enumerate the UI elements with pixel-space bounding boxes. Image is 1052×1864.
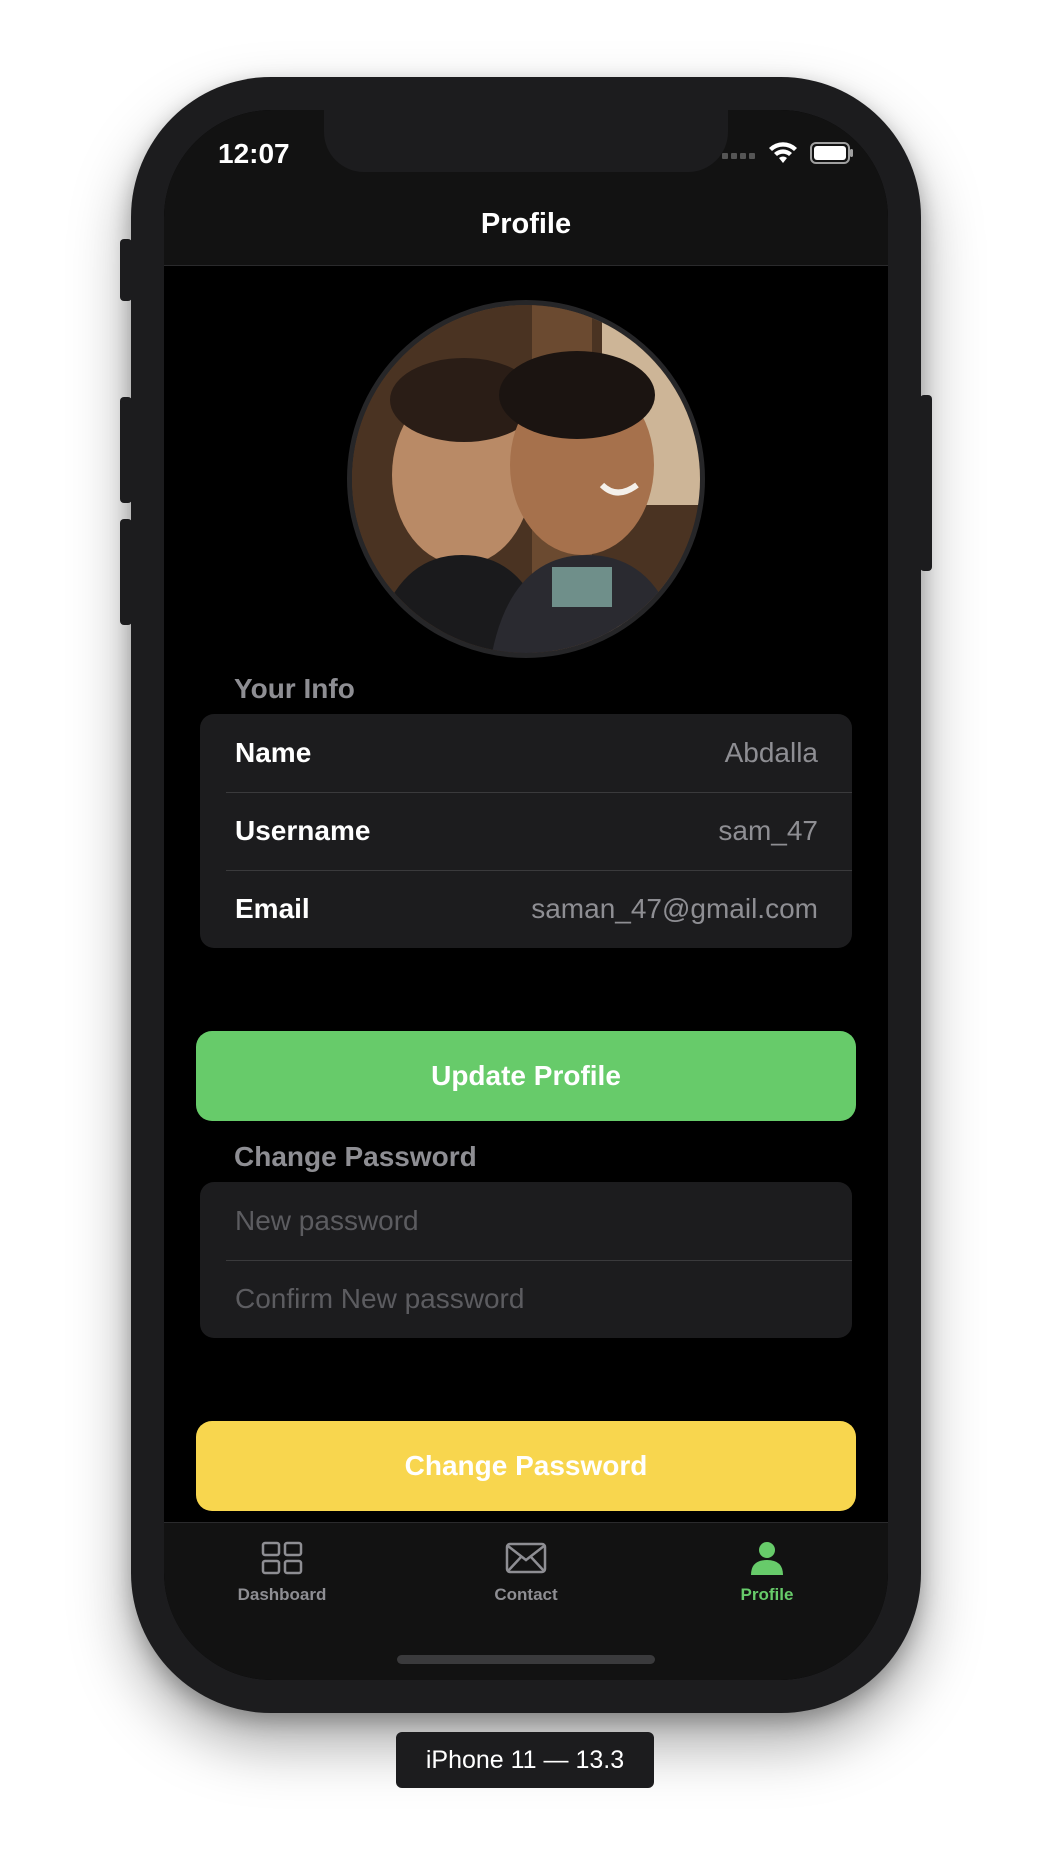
email-value: saman_47@gmail.com	[531, 893, 818, 924]
signal-icon	[722, 153, 755, 159]
new-password-row	[200, 1182, 852, 1260]
name-label: Name	[235, 737, 312, 768]
your-info-group: Name Abdalla Username sam_47 Email saman…	[200, 714, 852, 948]
device-label: iPhone 11 — 13.3	[396, 1732, 654, 1788]
your-info-header: Your Info	[234, 673, 355, 704]
change-password-button[interactable]: Change Password	[196, 1421, 856, 1511]
mute-switch	[120, 239, 132, 301]
volume-up-button	[120, 397, 132, 503]
tab-contact-label: Contact	[494, 1585, 558, 1604]
info-row-name: Name Abdalla	[200, 714, 852, 792]
profile-photo-image	[352, 305, 700, 653]
update-profile-button[interactable]: Update Profile	[196, 1031, 856, 1121]
person-icon	[751, 1542, 783, 1575]
confirm-password-field[interactable]	[235, 1283, 817, 1315]
new-password-field[interactable]	[235, 1205, 817, 1237]
confirm-password-row	[200, 1260, 852, 1338]
email-label: Email	[235, 893, 310, 924]
tab-profile[interactable]: Profile	[677, 1541, 857, 1605]
status-icons	[722, 142, 854, 164]
info-row-email: Email saman_47@gmail.com	[200, 870, 852, 948]
home-indicator[interactable]	[397, 1655, 655, 1664]
wifi-icon	[769, 142, 797, 163]
tab-dashboard-label: Dashboard	[237, 1585, 327, 1604]
change-password-header: Change Password	[234, 1141, 477, 1172]
username-value: sam_47	[718, 815, 818, 846]
tab-dashboard[interactable]: Dashboard	[192, 1541, 372, 1605]
change-password-group	[200, 1182, 852, 1338]
power-button	[920, 395, 932, 571]
battery-icon	[810, 142, 853, 164]
info-row-username: Username sam_47	[200, 792, 852, 870]
profile-photo[interactable]	[347, 300, 705, 658]
device-frame: 12:07 Profile Your Info Name Abdalla Use…	[120, 77, 932, 1713]
page-title: Profile	[480, 208, 572, 240]
envelope-icon	[505, 1542, 547, 1574]
status-time: 12:07	[218, 138, 290, 169]
tab-contact[interactable]: Contact	[436, 1541, 616, 1605]
volume-down-button	[120, 519, 132, 625]
username-label: Username	[235, 815, 371, 846]
name-value: Abdalla	[724, 737, 818, 768]
tab-profile-label: Profile	[740, 1585, 794, 1604]
notch	[324, 110, 728, 172]
screen: 12:07 Profile Your Info Name Abdalla Use…	[164, 110, 888, 1680]
grid-icon	[261, 1541, 303, 1575]
